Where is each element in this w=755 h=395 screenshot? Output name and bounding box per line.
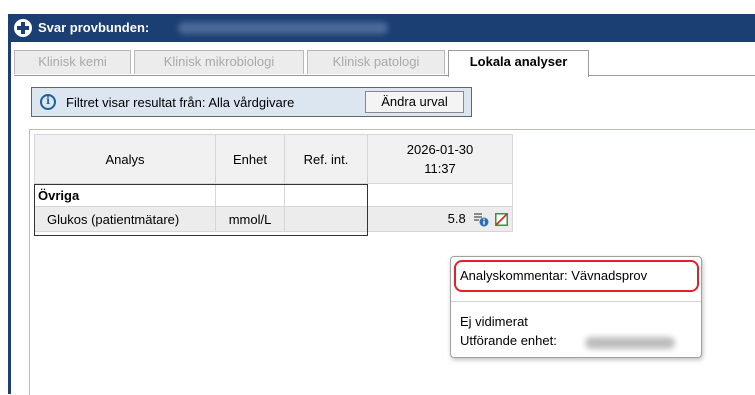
- group-label: Övriga: [34, 183, 216, 207]
- plus-circle-icon: [14, 19, 32, 37]
- column-header-enhet[interactable]: Enhet: [215, 134, 285, 184]
- window-frame-left: [8, 42, 11, 394]
- analysis-comment: Analyskommentar: Vävnadsprov: [460, 268, 648, 283]
- column-date: 2026-01-30: [406, 142, 474, 157]
- group-row: Övriga: [34, 183, 513, 207]
- redacted-unit: [585, 337, 675, 349]
- analysis-unit: mmol/L: [215, 206, 285, 232]
- reference-interval: [284, 206, 368, 232]
- empty-cell: [367, 183, 513, 207]
- tab-divider: [14, 75, 755, 76]
- column-header-ref-int[interactable]: Ref. int.: [284, 134, 368, 184]
- filter-bar: i Filtret visar resultat från: Alla vård…: [31, 87, 472, 117]
- column-header-date[interactable]: 2026-01-30 11:37: [367, 134, 513, 184]
- comment-info-icon[interactable]: [473, 211, 489, 227]
- result-cell[interactable]: 5.8: [367, 206, 513, 232]
- change-selection-button[interactable]: Ändra urval: [365, 91, 464, 113]
- results-table: Analys Enhet Ref. int. 2026-01-30 11:37 …: [34, 134, 513, 232]
- analysis-name: Glukos (patientmätare): [34, 206, 216, 232]
- tooltip-divider: [451, 301, 701, 302]
- table-row[interactable]: Glukos (patientmätare) mmol/L 5.8: [34, 206, 513, 232]
- empty-cell: [284, 183, 368, 207]
- tab-klinisk-mikrobiologi[interactable]: Klinisk mikrobiologi: [134, 50, 304, 74]
- table-header-row: Analys Enhet Ref. int. 2026-01-30 11:37: [34, 134, 513, 184]
- column-header-analys[interactable]: Analys: [34, 134, 216, 184]
- info-icon: i: [40, 94, 56, 110]
- result-tooltip: Analyskommentar: Vävnadsprov Ej vidimera…: [450, 256, 702, 358]
- result-value: 5.8: [447, 210, 466, 226]
- result-icons: [473, 211, 508, 228]
- tab-klinisk-patologi[interactable]: Klinisk patologi: [307, 50, 445, 74]
- not-verified-icon[interactable]: [495, 212, 508, 226]
- window-titlebar: Svar provbunden:: [8, 14, 755, 42]
- tab-klinisk-kemi[interactable]: Klinisk kemi: [14, 50, 131, 74]
- filter-text: Filtret visar resultat från: Alla vårdgi…: [66, 95, 295, 110]
- performing-unit-label: Utförande enhet:: [460, 333, 557, 348]
- column-time: 11:37: [424, 161, 456, 176]
- window-title: Svar provbunden:: [38, 20, 150, 35]
- empty-cell: [215, 183, 285, 207]
- redacted-patient-info: [178, 22, 388, 34]
- verification-status: Ej vidimerat: [460, 314, 528, 329]
- tab-lokala-analyser[interactable]: Lokala analyser: [448, 50, 589, 77]
